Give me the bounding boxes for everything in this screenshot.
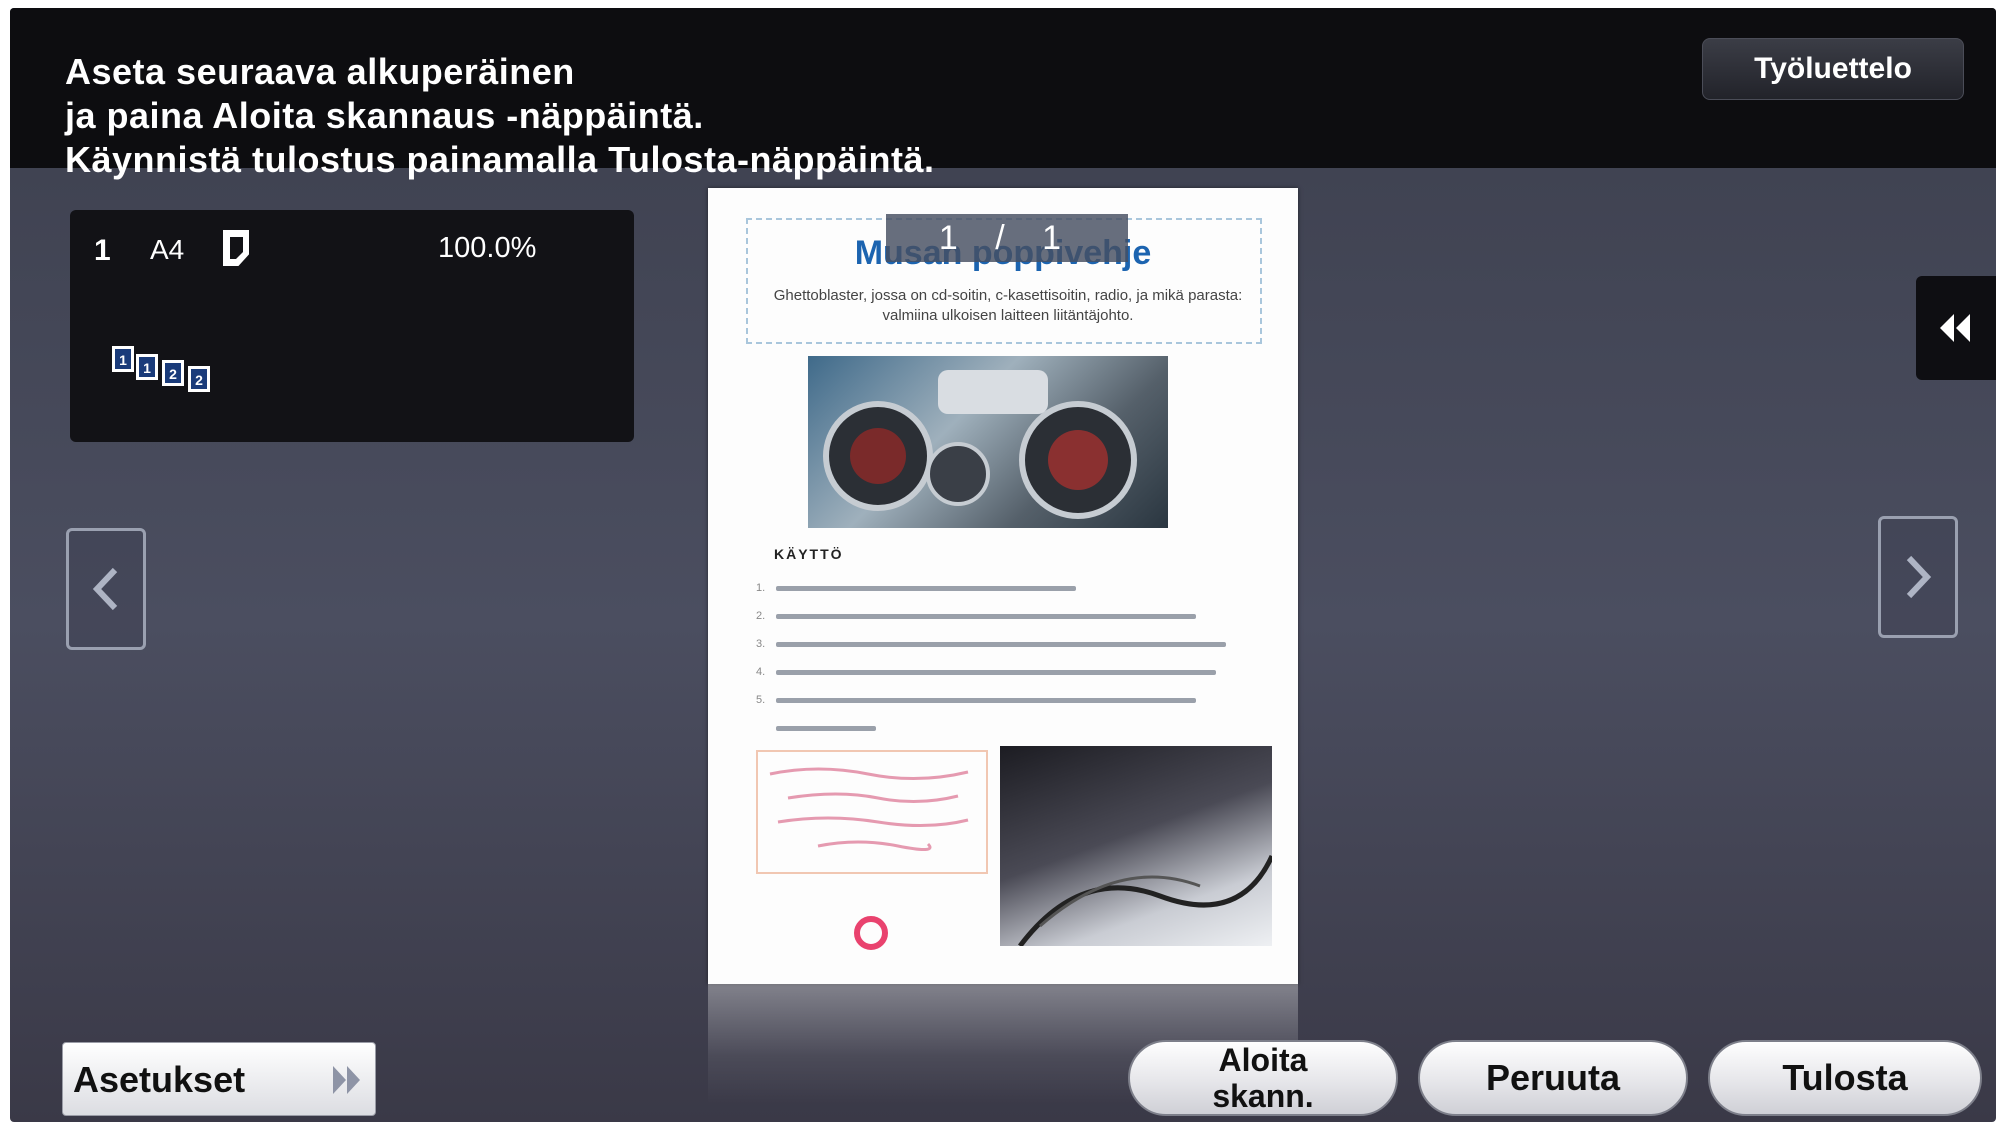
settings-label: Asetukset (73, 1059, 246, 1100)
paper-size: A4 (150, 234, 185, 265)
next-page-button[interactable] (1878, 516, 1958, 638)
print-button[interactable]: Tulosta (1708, 1040, 1982, 1116)
collate-icon: 1 1 2 2 (112, 346, 210, 392)
instruction-text: Aseta seuraava alkuperäinen ja paina Alo… (65, 50, 934, 182)
instruction-line-3: Käynnistä tulostus painamalla Tulosta-nä… (65, 139, 935, 180)
svg-text:2: 2 (169, 366, 177, 382)
list-item: 1. (756, 574, 1256, 602)
doc-subtitle: Ghettoblaster, jossa on cd-soitin, c-kas… (773, 287, 1243, 324)
double-chevron-left-icon (1940, 314, 1970, 342)
settings-button[interactable]: Asetukset (62, 1042, 376, 1116)
doc-photo-boombox (808, 356, 1168, 528)
chevron-left-icon (92, 567, 118, 611)
chevron-right-icon (1906, 555, 1932, 599)
page-preview[interactable]: Musan poppivehje 1 / 1 Ghettoblaster, jo… (708, 188, 1298, 984)
doc-handwritten-note (756, 750, 988, 874)
collapse-panel-button[interactable] (1916, 276, 1996, 380)
list-item: 3. (756, 630, 1256, 658)
list-item: 4. (756, 658, 1256, 686)
screen: Aseta seuraava alkuperäinen ja paina Alo… (10, 8, 1996, 1122)
instruction-line-1: Aseta seuraava alkuperäinen (65, 51, 575, 92)
zoom-ratio: 100.0% (438, 232, 537, 264)
doc-logo-icon (854, 916, 888, 950)
start-scan-label-line1: Aloita (1218, 1042, 1308, 1078)
list-item: 5. (756, 686, 1256, 714)
previous-page-button[interactable] (66, 528, 146, 650)
doc-photo-cable (1000, 746, 1275, 948)
doc-instruction-list: 1. 2. 3. 4. 5. (756, 574, 1256, 742)
svg-text:1: 1 (143, 360, 151, 376)
cancel-button[interactable]: Peruuta (1418, 1040, 1688, 1116)
page-icon (223, 230, 249, 266)
svg-text:2: 2 (195, 372, 203, 388)
job-list-button[interactable]: Työluettelo (1702, 38, 1964, 100)
job-info-panel: 1 A4 100.0% 1 1 2 2 (70, 210, 634, 442)
start-scan-button[interactable]: Aloita skann. (1128, 1040, 1398, 1116)
start-scan-label-line2: skann. (1212, 1078, 1314, 1114)
list-item (756, 714, 1256, 742)
copies-count: 1 (94, 234, 111, 267)
page-counter: 1 / 1 (886, 214, 1128, 262)
svg-text:1: 1 (119, 352, 127, 368)
instruction-line-2: ja paina Aloita skannaus -näppäintä. (65, 95, 704, 136)
header-bar: Aseta seuraava alkuperäinen ja paina Alo… (10, 8, 1996, 180)
list-item: 2. (756, 602, 1256, 630)
doc-section-heading: KÄYTTÖ (774, 546, 844, 562)
double-chevron-right-icon (333, 1066, 360, 1094)
